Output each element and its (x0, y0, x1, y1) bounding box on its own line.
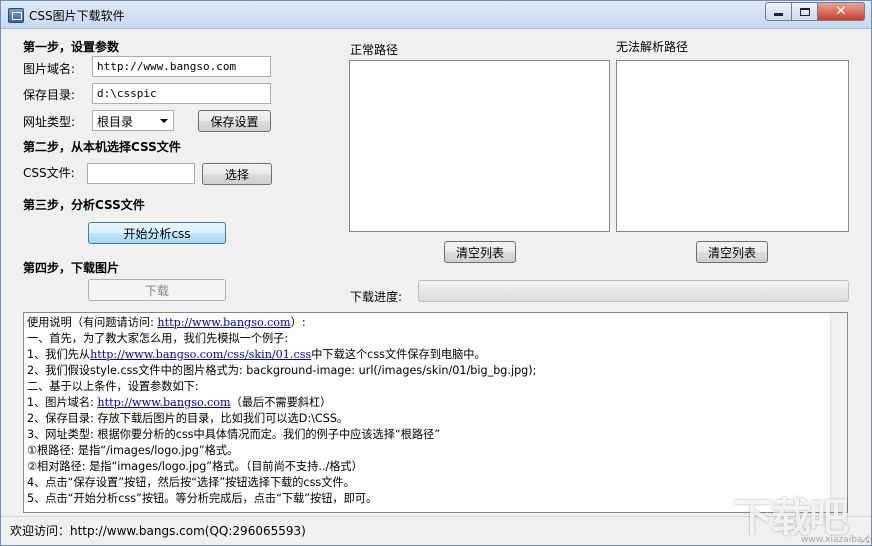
instruction-text: （最后不需要斜杠） (230, 396, 332, 409)
instruction-link[interactable]: http://www.bangso.com (97, 396, 230, 409)
clear-normal-list-button[interactable]: 清空列表 (444, 241, 516, 263)
instruction-line: 2、保存目录: 存放下载后图片的目录，比如我们可以选D:\CSS。 (27, 411, 831, 427)
cssfile-label: CSS文件: (23, 166, 75, 180)
instruction-line: 4、点击“保存设置”按钮，然后按“选择”按钮选择下载的css文件。 (27, 475, 831, 491)
close-button[interactable]: ✕ (818, 2, 865, 21)
download-button[interactable]: 下载 (88, 279, 226, 301)
instruction-text: 一、首先，为了教大家怎么用，我们先模拟一个例子: (27, 332, 289, 345)
step4-heading: 第四步，下载图片 (23, 261, 120, 275)
window-title: CSS图片下载软件 (29, 9, 125, 23)
watermark-logo: 下载吧 (733, 495, 849, 541)
step1-heading: 第一步，设置参数 (23, 40, 120, 54)
instruction-text: 3、网址类型: 根据你要分析的css中具体情况而定。我们的例子中应该选择“根路径… (27, 428, 441, 441)
client-area: 第一步，设置参数 图片域名: http://www.bangso.com 保存目… (1, 30, 871, 515)
instruction-line: ①根路径: 是指“/images/logo.jpg”格式。 (27, 443, 831, 459)
instruction-line: 一、首先，为了教大家怎么用，我们先模拟一个例子: (27, 331, 831, 347)
instruction-text: 二、基于以上条件，设置参数如下: (27, 380, 199, 393)
step2-heading: 第二步，从本机选择CSS文件 (23, 140, 181, 154)
invalid-paths-label: 无法解析路径 (616, 40, 689, 54)
minimize-icon (774, 13, 783, 16)
domain-input[interactable]: http://www.bangso.com (92, 56, 271, 77)
urltype-value: 根目录 (97, 115, 134, 129)
status-text: 欢迎访问：http://www.bangs.com(QQ:296065593) (10, 524, 306, 538)
step3-heading: 第三步，分析CSS文件 (23, 198, 145, 212)
window-controls: ✕ (765, 2, 865, 21)
chevron-down-icon (160, 119, 168, 123)
instruction-link[interactable]: http://www.bangso.com (157, 316, 290, 329)
instruction-text: 中下载这个css文件保存到电脑中。 (311, 348, 486, 361)
instruction-line: 1、图片域名: http://www.bangso.com（最后不需要斜杠） (27, 395, 831, 411)
choose-file-button[interactable]: 选择 (202, 163, 272, 185)
close-icon: ✕ (835, 4, 847, 19)
instruction-text: 2、保存目录: 存放下载后图片的目录，比如我们可以选D:\CSS。 (27, 412, 349, 425)
urltype-select[interactable]: 根目录 (92, 110, 174, 131)
instruction-link[interactable]: http://www.bangso.com/css/skin/01.css (90, 348, 311, 361)
instruction-line: 3、网址类型: 根据你要分析的css中具体情况而定。我们的例子中应该选择“根路径… (27, 427, 831, 443)
savedir-label: 保存目录: (23, 88, 76, 102)
vertical-scrollbar[interactable] (830, 313, 847, 512)
instruction-text: 2、我们假设style.css文件中的图片格式为: background-ima… (27, 364, 537, 377)
instruction-text: ②相对路径: 是指“images/logo.jpg”格式。（目前尚不支持../格… (27, 460, 363, 473)
instruction-text: ）: (290, 316, 306, 329)
maximize-button[interactable] (792, 2, 818, 21)
instruction-line: 使用说明（有问题请访问: http://www.bangso.com）: (27, 315, 831, 331)
minimize-button[interactable] (765, 2, 792, 21)
normal-paths-list[interactable] (349, 60, 610, 232)
clear-invalid-list-button[interactable]: 清空列表 (696, 241, 768, 263)
urltype-label: 网址类型: (23, 115, 76, 129)
instruction-line: 5、点击“开始分析css”按钮。等分析完成后，点击“下载”按钮，即可。 (27, 491, 831, 507)
cssfile-input[interactable] (87, 163, 195, 184)
instruction-text: 4、点击“保存设置”按钮，然后按“选择”按钮选择下载的css文件。 (27, 476, 355, 489)
instruction-line: 1、我们先从http://www.bangso.com/css/skin/01.… (27, 347, 831, 363)
instruction-text: ①根路径: 是指“/images/logo.jpg”格式。 (27, 444, 239, 457)
save-settings-button[interactable]: 保存设置 (198, 110, 271, 132)
analyze-css-button[interactable]: 开始分析css (88, 222, 226, 244)
instructions-textarea[interactable]: 使用说明（有问题请访问: http://www.bangso.com）: 一、首先… (23, 312, 848, 513)
instruction-text: 1、图片域名: (27, 396, 98, 409)
instruction-text: 1、我们先从 (27, 348, 91, 361)
watermark-url: www.xiazaiba.com (801, 535, 872, 545)
instruction-text: 5、点击“开始分析css”按钮。等分析完成后，点击“下载”按钮，即可。 (27, 492, 378, 505)
title-bar[interactable]: CSS图片下载软件 ✕ (1, 1, 871, 29)
instruction-text: 使用说明（有问题请访问: (27, 316, 158, 329)
app-icon[interactable] (8, 8, 24, 23)
download-progress-bar (418, 280, 849, 302)
normal-paths-label: 正常路径 (350, 43, 399, 57)
savedir-input[interactable]: d:\csspic (92, 83, 271, 104)
instruction-line: 二、基于以上条件，设置参数如下: (27, 379, 831, 395)
maximize-icon (799, 7, 810, 16)
progress-label: 下载进度: (350, 290, 403, 304)
app-window: CSS图片下载软件 ✕ 第一步，设置参数 图片域名: http://www.ba… (0, 0, 872, 546)
invalid-paths-list[interactable] (616, 60, 849, 232)
domain-label: 图片域名: (23, 62, 76, 76)
instruction-line: 2、我们假设style.css文件中的图片格式为: background-ima… (27, 363, 831, 379)
instructions-content: 使用说明（有问题请访问: http://www.bangso.com）: 一、首先… (27, 315, 831, 507)
instruction-line: ②相对路径: 是指“images/logo.jpg”格式。（目前尚不支持../格… (27, 459, 831, 475)
